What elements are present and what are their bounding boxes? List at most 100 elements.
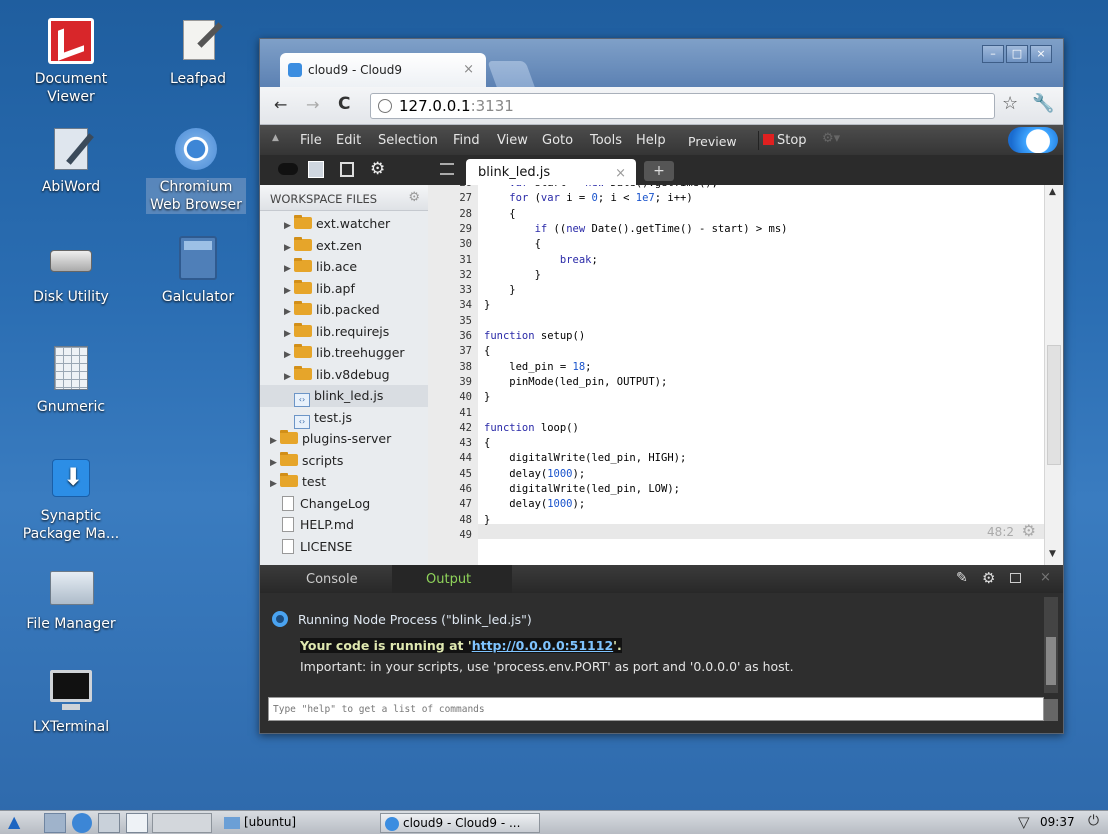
desktop-icon-gnumeric[interactable]: Gnumeric	[21, 346, 121, 416]
desktop-icon-galculator[interactable]: Galculator	[148, 236, 248, 306]
run-config-gear-icon[interactable]: ⚙▾	[822, 131, 840, 146]
settings-gear-icon[interactable]: ⚙	[370, 159, 385, 179]
close-console-icon[interactable]: ×	[1040, 570, 1051, 585]
clock[interactable]: 09:37	[1040, 815, 1075, 829]
editor-scrollbar[interactable]: ▲ ▼	[1044, 185, 1063, 565]
tab-close-icon[interactable]: ×	[463, 62, 474, 77]
menu-edit[interactable]: Edit	[336, 133, 361, 148]
workspace-switcher[interactable]	[152, 813, 212, 833]
expand-arrow-icon[interactable]: ▶	[270, 436, 280, 446]
tree-item-lib-treehugger[interactable]: ▶ lib.treehugger	[260, 342, 428, 364]
expand-arrow-icon[interactable]: ▶	[270, 479, 280, 489]
tree-item-ext-watcher[interactable]: ▶ ext.watcher	[260, 213, 428, 235]
expand-arrow-icon[interactable]: ▶	[284, 350, 294, 360]
project-files-icon[interactable]	[308, 161, 324, 178]
maximize-console-icon[interactable]	[1010, 573, 1021, 583]
expand-arrow-icon[interactable]: ▶	[284, 243, 294, 253]
desktop-icon-chromium[interactable]: Chromium Web Browser	[146, 126, 246, 214]
desktop-icon-lxterminal[interactable]: LXTerminal	[21, 666, 121, 736]
scroll-down-arrow-icon[interactable]: ▼	[1049, 549, 1056, 559]
tree-item-test-js[interactable]: ‹› test.js	[260, 407, 428, 429]
forward-arrow-icon[interactable]: →	[306, 95, 319, 114]
tab-output[interactable]: Output	[392, 565, 512, 593]
scroll-up-arrow-icon[interactable]: ▲	[1049, 187, 1056, 197]
code-editor[interactable]: var start = new Date().getTime(); for (v…	[478, 185, 1044, 565]
new-tab-button[interactable]	[487, 61, 535, 87]
window-titlebar[interactable]: cloud9 - Cloud9 × – □ ×	[260, 39, 1063, 87]
menu-find[interactable]: Find	[453, 133, 480, 148]
command-scroll-handle[interactable]	[1044, 699, 1058, 721]
tree-item-lib-ace[interactable]: ▶ lib.ace	[260, 256, 428, 278]
tree-item-plugins-server[interactable]: ▶ plugins-server	[260, 428, 428, 450]
preview-button[interactable]: Preview	[688, 134, 737, 149]
collapse-arrow-icon[interactable]: ▲	[272, 133, 279, 143]
browser-launcher-icon[interactable]	[72, 813, 92, 833]
tree-item-lib-apf[interactable]: ▶ lib.apf	[260, 278, 428, 300]
taskbar-workspace-item[interactable]: [ubuntu]	[222, 813, 372, 833]
close-window-button[interactable]: ×	[1030, 45, 1052, 63]
tree-item-changelog[interactable]: ChangeLog	[260, 493, 428, 515]
network-icon[interactable]: ▽	[1018, 813, 1030, 831]
tree-item-test[interactable]: ▶ test	[260, 471, 428, 493]
command-input[interactable]: Type "help" to get a list of commands	[268, 697, 1044, 721]
terminal-launcher-icon[interactable]	[98, 813, 120, 833]
tree-item-blink-led-js[interactable]: ‹› blink_led.js	[260, 385, 428, 407]
desktop-icon-abiword[interactable]: AbiWord	[21, 126, 121, 196]
scrollbar-thumb[interactable]	[1047, 345, 1061, 465]
menu-selection[interactable]: Selection	[378, 133, 438, 148]
editor-gear-icon[interactable]: ⚙	[1022, 521, 1036, 540]
address-bar[interactable]: 127.0.0.1:3131	[370, 93, 995, 119]
tree-item-lib-v8debug[interactable]: ▶ lib.v8debug	[260, 364, 428, 386]
desktop-icon-file-manager[interactable]: File Manager	[21, 563, 121, 633]
minimize-button[interactable]: –	[982, 45, 1004, 63]
console-gear-icon[interactable]: ⚙	[982, 569, 995, 587]
start-menu-icon[interactable]: ▲	[8, 813, 38, 833]
menu-tools[interactable]: Tools	[590, 133, 622, 148]
add-tab-button[interactable]: +	[644, 161, 674, 181]
taskbar-browser-task[interactable]: cloud9 - Cloud9 - ...	[380, 813, 540, 833]
desktop-icon-leafpad[interactable]: Leafpad	[148, 18, 248, 88]
tree-item-scripts[interactable]: ▶ scripts	[260, 450, 428, 472]
tree-item-ext-zen[interactable]: ▶ ext.zen	[260, 235, 428, 257]
tree-item-lib-requirejs[interactable]: ▶ lib.requirejs	[260, 321, 428, 343]
menu-view[interactable]: View	[497, 133, 528, 148]
stop-button[interactable]: Stop	[758, 131, 811, 150]
tab-menu-icon[interactable]	[440, 163, 454, 175]
output-scrollbar[interactable]	[1044, 597, 1058, 693]
desktop-icon-synaptic[interactable]: ⬇ Synaptic Package Ma...	[11, 455, 131, 543]
show-desktop-icon[interactable]	[126, 813, 148, 833]
menu-help[interactable]: Help	[636, 133, 666, 148]
tree-item-help-md[interactable]: HELP.md	[260, 514, 428, 536]
tree-item-license[interactable]: LICENSE	[260, 536, 428, 558]
desktop-icon-document-viewer[interactable]: Document Viewer	[21, 18, 121, 106]
expand-arrow-icon[interactable]: ▶	[284, 221, 294, 231]
menu-file[interactable]: File	[300, 133, 322, 148]
tab-console[interactable]: Console	[306, 572, 358, 587]
files-launcher-icon[interactable]	[44, 813, 66, 833]
expand-arrow-icon[interactable]: ▶	[270, 458, 280, 468]
expand-arrow-icon[interactable]: ▶	[284, 286, 294, 296]
browser-tab[interactable]: cloud9 - Cloud9 ×	[280, 53, 486, 87]
maximize-button[interactable]: □	[1006, 45, 1028, 63]
menu-goto[interactable]: Goto	[542, 133, 573, 148]
clear-brush-icon[interactable]: ✎	[956, 570, 968, 586]
desktop-icon-disk-utility[interactable]: Disk Utility	[21, 236, 121, 306]
power-icon[interactable]: ⏻	[1088, 813, 1099, 829]
workspace-gear-icon[interactable]: ⚙	[408, 190, 420, 205]
editor-tab-close-icon[interactable]: ×	[615, 166, 626, 181]
cloud-icon[interactable]	[278, 163, 298, 175]
tree-item-lib-packed[interactable]: ▶ lib.packed	[260, 299, 428, 321]
expand-arrow-icon[interactable]: ▶	[284, 264, 294, 274]
expand-arrow-icon[interactable]: ▶	[284, 372, 294, 382]
bookmark-star-icon[interactable]: ☆	[1002, 93, 1018, 114]
output-url-link[interactable]: http://0.0.0.0:51112	[472, 638, 613, 653]
disk-utility-icon	[48, 236, 94, 282]
wrench-icon[interactable]: 🔧	[1032, 93, 1054, 114]
expand-arrow-icon[interactable]: ▶	[284, 307, 294, 317]
expand-arrow-icon[interactable]: ▶	[284, 329, 294, 339]
cloud9-logo-icon	[1008, 127, 1058, 153]
open-files-icon[interactable]	[340, 162, 354, 177]
editor-tab-blink-led[interactable]: blink_led.js ×	[466, 159, 636, 185]
back-arrow-icon[interactable]: ←	[274, 95, 287, 114]
reload-icon[interactable]: C	[338, 94, 350, 114]
